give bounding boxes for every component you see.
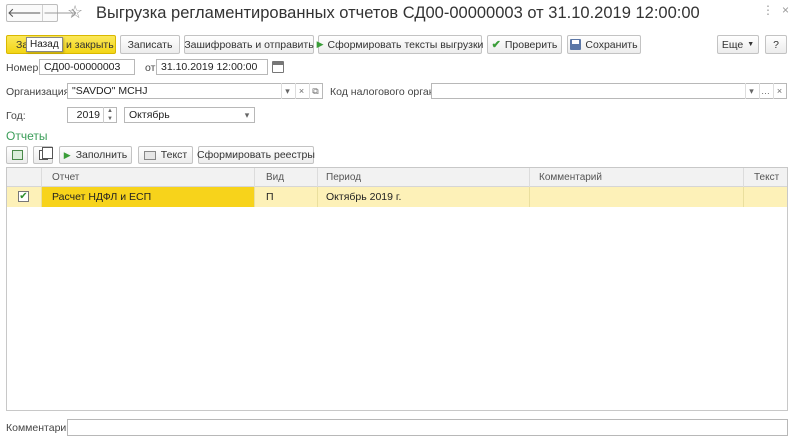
comment-label: Комментарий: <box>6 422 76 434</box>
fill-label: Заполнить <box>75 149 128 161</box>
play-icon: ▶ <box>316 39 324 49</box>
add-row-button[interactable] <box>6 146 28 164</box>
generate-upload-texts-label: Сформировать тексты выгрузки <box>327 38 484 51</box>
year-label: Год: <box>6 110 26 122</box>
add-row-icon <box>11 150 23 160</box>
date-field[interactable]: 31.10.2019 12:00:00 <box>156 59 268 75</box>
encrypt-and-send-label: Зашифровать и отправить <box>184 38 314 51</box>
table-header: Отчет Вид Период Комментарий Текст <box>7 168 787 187</box>
open-icon[interactable]: ⧉ <box>309 83 321 99</box>
dropdown-icon[interactable]: ▾ <box>241 107 253 123</box>
column-header-kind[interactable]: Вид <box>255 168 318 187</box>
post-and-close-suffix: и закрыть <box>66 38 114 51</box>
number-field[interactable]: СД00-00000003 <box>39 59 135 75</box>
tax-office-field[interactable] <box>431 83 787 99</box>
clear-icon[interactable]: × <box>773 83 785 99</box>
encrypt-and-send-button[interactable]: Зашифровать и отправить <box>184 35 314 54</box>
table-cell-period[interactable]: Октябрь 2019 г. <box>318 187 530 207</box>
copy-icon <box>38 147 53 160</box>
close-icon[interactable]: × <box>782 3 789 17</box>
dropdown-icon[interactable]: ▾ <box>281 83 293 99</box>
text-label: Текст <box>160 149 188 161</box>
column-header-text[interactable]: Текст <box>744 168 789 187</box>
table-cell-kind[interactable]: П <box>255 187 318 207</box>
checkmark-icon: ✔ <box>491 39 501 51</box>
chevron-up-icon[interactable]: ▲ <box>107 108 113 114</box>
check-button[interactable]: ✔ Проверить <box>487 35 562 54</box>
floppy-disk-icon <box>570 39 582 50</box>
arrow-left-icon: 🡐 <box>7 5 42 20</box>
page-title: Выгрузка регламентированных отчетов СД00… <box>96 4 700 22</box>
navigation-buttons: 🡐 🡒 <box>6 4 78 22</box>
check-label: Проверить <box>504 38 558 51</box>
column-header-check <box>7 168 42 187</box>
table-cell-text[interactable] <box>744 187 789 207</box>
column-header-report[interactable]: Отчет <box>42 168 255 187</box>
column-header-period[interactable]: Период <box>318 168 530 187</box>
more-label: Еще <box>721 38 744 51</box>
back-button[interactable]: 🡐 <box>7 5 42 21</box>
help-label: ? <box>773 38 779 51</box>
save-file-label: Сохранить <box>585 38 638 51</box>
text-icon <box>143 150 156 160</box>
table-cell-comment[interactable] <box>530 187 744 207</box>
comment-field[interactable] <box>67 419 788 436</box>
generate-registries-label: Сформировать реестры <box>197 149 315 161</box>
number-label: Номер: <box>6 62 42 74</box>
chevron-down-icon: ▼ <box>747 41 755 48</box>
star-icon[interactable]: ☆ <box>67 2 83 23</box>
window-controls: ⋮ × <box>762 3 789 17</box>
column-header-comment[interactable]: Комментарий <box>530 168 744 187</box>
clear-icon[interactable]: × <box>295 83 307 99</box>
help-button[interactable]: ? <box>765 35 787 54</box>
calendar-icon[interactable] <box>272 61 284 73</box>
play-icon: ▶ <box>63 149 71 160</box>
reports-table[interactable]: Отчет Вид Период Комментарий Текст Расче… <box>6 167 788 411</box>
dropdown-icon[interactable]: ▾ <box>745 83 757 99</box>
save-button-label: Записать <box>127 38 173 51</box>
copy-row-button[interactable] <box>33 146 53 164</box>
row-checkbox[interactable]: ✔ <box>18 191 29 202</box>
more-button[interactable]: Еще ▼ <box>717 35 759 54</box>
tax-office-label: Код налогового органа: <box>330 86 444 98</box>
table-row[interactable]: Расчет НДФЛ и ЕСП П Октябрь 2019 г. <box>7 187 787 207</box>
month-select[interactable]: Октябрь <box>124 107 255 123</box>
year-stepper[interactable]: ▲ ▼ <box>103 107 116 123</box>
table-cell-report[interactable]: Расчет НДФЛ и ЕСП <box>42 187 255 207</box>
save-button[interactable]: Записать <box>120 35 180 54</box>
save-file-button[interactable]: Сохранить <box>567 35 641 54</box>
reports-section-title: Отчеты <box>6 129 48 143</box>
tooltip: Назад <box>26 37 63 52</box>
checkmark-icon: ✔ <box>19 190 28 202</box>
organization-label: Организация: <box>6 86 73 98</box>
more-actions-icon[interactable]: ⋮ <box>762 3 774 17</box>
generate-upload-texts-button[interactable]: ▶ Сформировать тексты выгрузки <box>316 35 484 54</box>
text-button[interactable]: Текст <box>138 146 193 164</box>
fill-button[interactable]: ▶ Заполнить <box>59 146 132 164</box>
generate-registries-button[interactable]: Сформировать реестры <box>197 146 315 164</box>
chevron-down-icon[interactable]: ▼ <box>107 116 113 122</box>
select-icon[interactable]: … <box>759 83 771 99</box>
